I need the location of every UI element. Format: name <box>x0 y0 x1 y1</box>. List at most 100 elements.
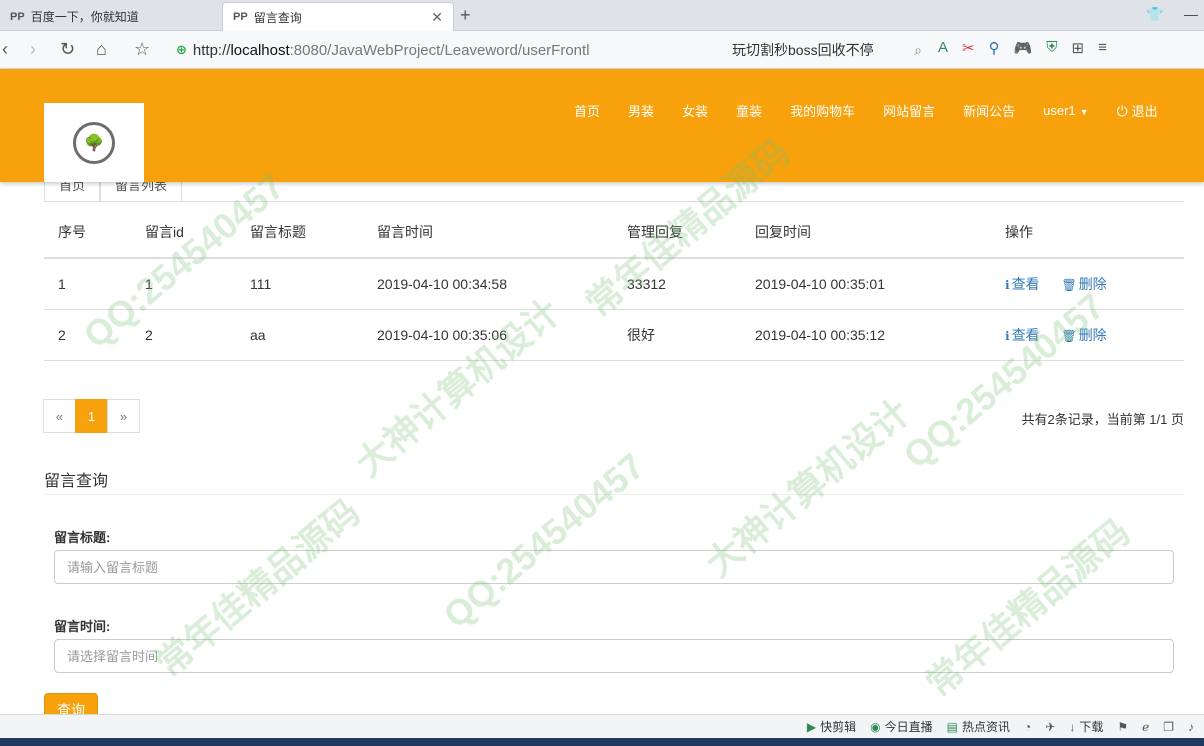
logo-tree-icon: 🌳 <box>73 121 115 164</box>
col-header: 序号 <box>44 206 131 259</box>
browser-status-bar: ▶ 快剪辑 ◉ 今日直播 ▤ 热点资讯 ◔ ✈ ↓ 下载 ⚑ ℯ ❐ ♪ <box>0 714 1204 738</box>
tab-label: 百度一下，你就知道 <box>30 10 139 24</box>
table-row: 1 1 111 2019-04-10 00:34:58 33312 2019-0… <box>44 258 1184 310</box>
search-text: 玩切割秒boss回收不停 <box>732 42 874 58</box>
next-page-button[interactable]: » <box>107 399 140 433</box>
news-icon: ▤ <box>946 719 959 734</box>
shield-icon[interactable]: ⛨ <box>1046 39 1057 57</box>
delete-link[interactable]: 🗑 删除 <box>1061 276 1106 292</box>
cell-reply-time: 2019-04-10 00:35:12 <box>741 309 991 361</box>
cell-actions: ℹ 查看 🗑 删除 <box>991 309 1184 361</box>
gamepad-icon[interactable]: 🎮 <box>1014 39 1033 57</box>
translate-icon[interactable]: A <box>938 39 948 57</box>
cell-reply-time: 2019-04-10 00:35:01 <box>741 258 991 310</box>
title-label: 留言标题: <box>54 530 111 545</box>
pin-icon[interactable]: ✈ <box>1045 720 1055 734</box>
close-tab-icon[interactable]: ✕ <box>431 9 443 26</box>
status-download[interactable]: ↓ 下载 <box>1069 718 1103 735</box>
page-1-button[interactable]: 1 <box>75 399 108 433</box>
reload-icon[interactable]: ↻ <box>60 39 75 60</box>
user-menu[interactable]: user1 ▼ <box>1029 103 1102 118</box>
ie-icon[interactable]: ℯ <box>1142 720 1149 734</box>
home-icon[interactable]: ⌂ <box>96 39 107 60</box>
search-icon[interactable]: ⌕ <box>914 42 922 59</box>
status-live[interactable]: ◉ 今日直播 <box>870 718 933 735</box>
browser-tab-strip: PP 百度一下，你就知道 PP 留言查询 ✕ + 👕 — <box>0 0 1204 31</box>
col-header: 留言id <box>131 206 236 259</box>
pagination: « 1 » <box>43 399 140 433</box>
logout-button[interactable]: ⏻ 退出 <box>1103 101 1172 120</box>
nav-women[interactable]: 女装 <box>668 101 722 120</box>
message-table: 序号 留言id 留言标题 留言时间 管理回复 回复时间 操作 1 1 111 2… <box>44 206 1184 361</box>
magnifier-icon[interactable]: ⚲ <box>989 39 1000 57</box>
logout-label: 退出 <box>1131 104 1158 119</box>
toolbar-icons: A ✂ ⚲ 🎮 ⛨ ⊞ ≡ <box>938 39 1107 57</box>
cell-id: 2 <box>131 309 236 361</box>
col-header: 操作 <box>991 206 1184 259</box>
scissors-icon[interactable]: ✂ <box>962 39 975 57</box>
col-header: 留言标题 <box>236 206 363 259</box>
delete-label: 删除 <box>1078 326 1107 343</box>
flag-icon[interactable]: ⚑ <box>1117 720 1128 734</box>
browser-tab-baidu[interactable]: PP 百度一下，你就知道 <box>0 2 218 31</box>
col-header: 管理回复 <box>613 206 741 259</box>
cell-no: 1 <box>44 258 131 310</box>
nav-kids[interactable]: 童装 <box>722 101 776 120</box>
minimize-icon[interactable]: — <box>1184 6 1198 22</box>
status-label: 热点资讯 <box>962 720 1011 734</box>
nav-cart[interactable]: 我的购物车 <box>776 101 869 120</box>
info-icon: ℹ <box>1005 277 1010 292</box>
prev-page-button[interactable]: « <box>43 399 76 433</box>
cell-title: aa <box>236 309 363 361</box>
download-icon: ↓ <box>1069 719 1076 734</box>
delete-label: 删除 <box>1078 275 1107 292</box>
speed-icon[interactable]: ◔ <box>1024 720 1031 734</box>
new-tab-button[interactable]: + <box>460 5 471 26</box>
table-header-row: 序号 留言id 留言标题 留言时间 管理回复 回复时间 操作 <box>44 206 1184 259</box>
caret-down-icon: ▼ <box>1079 107 1089 117</box>
url-rest: :8080/JavaWebProject/Leaveword/userFront… <box>289 41 590 59</box>
main-nav: 首页 男装 女装 童装 我的购物车 网站留言 新闻公告 user1 ▼ ⏻ 退出 <box>560 101 1172 120</box>
url-input[interactable]: ⊕ http://localhost:8080/JavaWebProject/L… <box>176 37 716 63</box>
forward-icon[interactable]: › <box>30 39 36 60</box>
sound-icon[interactable]: ♪ <box>1188 720 1194 734</box>
nav-home[interactable]: 首页 <box>560 101 614 120</box>
site-logo[interactable]: 🌳 <box>44 103 144 182</box>
url-host: localhost <box>230 41 290 59</box>
nav-messages[interactable]: 网站留言 <box>869 101 949 120</box>
status-quick-edit[interactable]: ▶ 快剪辑 <box>807 718 856 735</box>
view-link[interactable]: ℹ 查看 <box>1005 276 1040 292</box>
cell-time: 2019-04-10 00:34:58 <box>363 258 613 310</box>
url-prefix: http:// <box>192 41 231 59</box>
view-link[interactable]: ℹ 查看 <box>1005 327 1040 343</box>
record-info: 共有2条记录，当前第 1/1 页 <box>1021 412 1184 427</box>
play-icon: ◉ <box>870 719 881 734</box>
cell-title: 111 <box>236 258 363 310</box>
bookmark-star-icon[interactable]: ☆ <box>134 39 150 60</box>
cell-actions: ℹ 查看 🗑 删除 <box>991 258 1184 310</box>
time-input[interactable] <box>54 639 1174 673</box>
window-icon[interactable]: ❐ <box>1163 720 1174 734</box>
search-section-title: 留言查询 <box>44 473 109 490</box>
status-label: 今日直播 <box>884 720 933 734</box>
cell-reply: 很好 <box>613 309 741 361</box>
info-icon: ℹ <box>1005 328 1010 343</box>
delete-link[interactable]: 🗑 删除 <box>1061 327 1106 343</box>
secure-icon: ⊕ <box>176 42 187 57</box>
status-label: 下载 <box>1079 720 1104 734</box>
nav-men[interactable]: 男装 <box>614 101 668 120</box>
tab-favicon-icon: PP <box>233 11 248 23</box>
shirt-icon[interactable]: 👕 <box>1146 6 1163 23</box>
user-name: user1 <box>1043 103 1076 118</box>
title-input[interactable] <box>54 550 1174 584</box>
browser-search-input[interactable]: 玩切割秒boss回收不停 ⌕ <box>722 37 922 63</box>
grid-icon[interactable]: ⊞ <box>1072 39 1085 57</box>
status-news[interactable]: ▤ 热点资讯 <box>947 718 1010 735</box>
trash-icon: 🗑 <box>1061 328 1077 343</box>
nav-news[interactable]: 新闻公告 <box>949 101 1029 120</box>
view-label: 查看 <box>1011 326 1040 343</box>
menu-icon[interactable]: ≡ <box>1098 39 1107 57</box>
back-icon[interactable]: ‹ <box>2 39 8 60</box>
divider <box>44 201 1184 202</box>
browser-tab-active[interactable]: PP 留言查询 ✕ <box>222 2 454 31</box>
